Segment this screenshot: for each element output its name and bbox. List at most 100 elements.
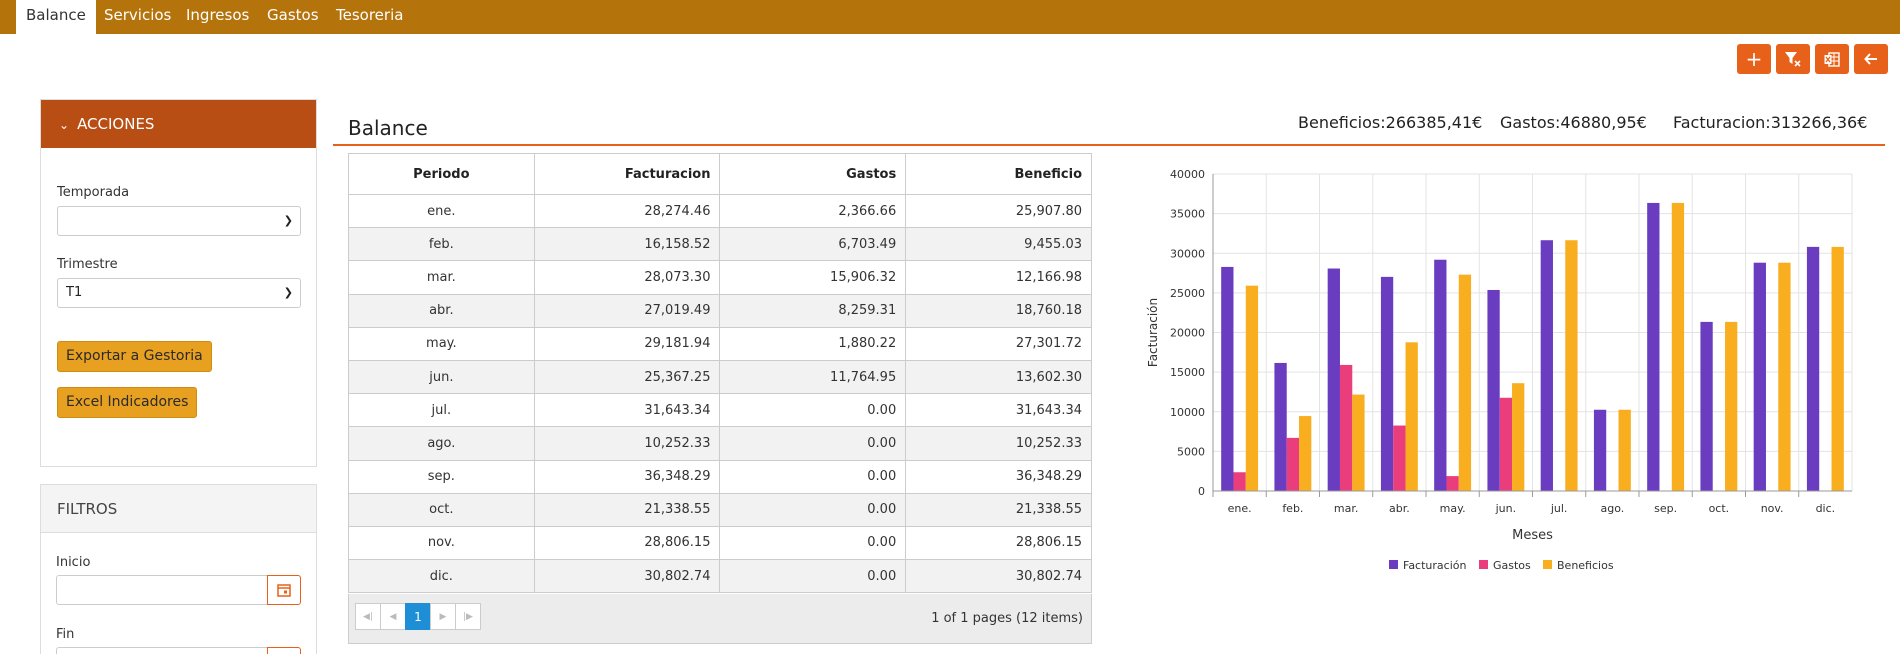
- table-row[interactable]: may. 29,181.94 1,880.22 27,301.72: [348, 326, 1092, 361]
- bar: [1221, 266, 1234, 491]
- bar: [1647, 202, 1660, 491]
- trimestre-label: Trimestre: [57, 257, 118, 272]
- bar: [1700, 321, 1713, 491]
- back-button[interactable]: [1854, 44, 1888, 74]
- acciones-header[interactable]: ⌄ ACCIONES: [41, 100, 316, 148]
- column-header-beneficio[interactable]: Beneficio: [905, 153, 1092, 195]
- trimestre-value: T1: [66, 285, 83, 300]
- cell-beneficio: 31,643.34: [905, 393, 1092, 428]
- table-row[interactable]: dic. 30,802.74 0.00 30,802.74: [348, 559, 1092, 594]
- trimestre-select[interactable]: T1 ❯: [57, 278, 301, 308]
- table-row[interactable]: nov. 28,806.15 0.00 28,806.15: [348, 525, 1092, 561]
- tab-ingresos[interactable]: Ingresos: [176, 0, 259, 34]
- gastos-summary: Gastos:46880,95€: [1500, 113, 1647, 132]
- title-divider: [333, 144, 1885, 146]
- excel-icon: [1824, 51, 1840, 67]
- inicio-date-input[interactable]: [56, 575, 268, 605]
- legend-swatch: [1479, 560, 1488, 569]
- y-tick-label: 40000: [1170, 168, 1205, 181]
- bar: [1778, 262, 1791, 491]
- table-row[interactable]: sep. 36,348.29 0.00 36,348.29: [348, 459, 1092, 494]
- bar: [1753, 262, 1766, 491]
- y-tick-label: 0: [1198, 485, 1205, 498]
- y-tick-label: 15000: [1170, 366, 1205, 379]
- tab-tesoreria[interactable]: Tesoreria: [326, 0, 413, 34]
- chevron-down-icon: ⌄: [59, 118, 70, 132]
- exportar-gestoria-button[interactable]: Exportar a Gestoria: [57, 341, 212, 372]
- cell-periodo: mar.: [348, 260, 535, 295]
- facturacion-summary: Facturacion:313266,36€: [1673, 113, 1868, 132]
- bar: [1831, 246, 1844, 491]
- y-tick-label: 35000: [1170, 208, 1205, 221]
- page-button[interactable]: 1: [405, 603, 431, 630]
- fin-date-input[interactable]: [56, 647, 268, 654]
- cell-periodo: oct.: [348, 492, 535, 527]
- bar: [1327, 268, 1340, 491]
- cell-periodo: ene.: [348, 193, 535, 229]
- inicio-calendar-button[interactable]: [267, 575, 301, 605]
- bar: [1339, 364, 1353, 491]
- x-tick-label: dic.: [1816, 502, 1836, 515]
- x-tick-label: sep.: [1654, 502, 1677, 515]
- cell-facturacion: 29,181.94: [533, 326, 721, 361]
- cell-periodo: jul.: [348, 393, 535, 428]
- bar: [1233, 472, 1246, 491]
- inicio-label: Inicio: [56, 555, 91, 570]
- table-row[interactable]: jun. 25,367.25 11,764.95 13,602.30: [348, 359, 1092, 395]
- column-header-gastos[interactable]: Gastos: [719, 153, 907, 195]
- legend-label: Facturación: [1403, 559, 1466, 572]
- temporada-label: Temporada: [57, 185, 130, 200]
- tab-balance[interactable]: Balance: [16, 0, 96, 34]
- cell-facturacion: 31,643.34: [533, 393, 721, 428]
- table-row[interactable]: abr. 27,019.49 8,259.31 18,760.18: [348, 293, 1092, 328]
- prev-page-button[interactable]: ◀: [380, 603, 406, 630]
- cell-beneficio: 10,252.33: [905, 426, 1092, 461]
- table-row[interactable]: ene. 28,274.46 2,366.66 25,907.80: [348, 193, 1092, 229]
- column-header-facturacion[interactable]: Facturacion: [533, 153, 721, 195]
- bar: [1512, 383, 1525, 491]
- balance-chart: 0 5000 10000 15000 20000 25000 30000 35000 40000…: [1146, 168, 1853, 572]
- tab-servicios[interactable]: Servicios: [94, 0, 181, 34]
- table-row[interactable]: ago. 10,252.33 0.00 10,252.33: [348, 426, 1092, 461]
- bar: [1540, 240, 1553, 491]
- table-row[interactable]: mar. 28,073.30 15,906.32 12,166.98: [348, 260, 1092, 295]
- clear-filter-button[interactable]: [1776, 44, 1810, 74]
- cell-periodo: dic.: [348, 559, 535, 594]
- column-header-periodo[interactable]: Periodo: [348, 153, 535, 195]
- excel-export-button[interactable]: [1815, 44, 1849, 74]
- fin-calendar-button[interactable]: [267, 647, 301, 654]
- beneficios-summary: Beneficios:266385,41€: [1298, 113, 1483, 132]
- table-row[interactable]: jul. 31,643.34 0.00 31,643.34: [348, 393, 1092, 428]
- add-button[interactable]: +: [1737, 44, 1771, 74]
- table-row[interactable]: feb. 16,158.52 6,703.49 9,455.03: [348, 227, 1092, 262]
- next-page-button[interactable]: ▶: [430, 603, 456, 630]
- last-page-button[interactable]: |▶: [455, 603, 481, 630]
- table-row[interactable]: oct. 21,338.55 0.00 21,338.55: [348, 492, 1092, 527]
- acciones-panel: ⌄ ACCIONES Temporada ❯ Trimestre T1 ❯ Exp…: [40, 99, 317, 467]
- cell-periodo: ago.: [348, 426, 535, 461]
- bar: [1405, 342, 1418, 491]
- cell-gastos: 6,703.49: [719, 227, 907, 262]
- y-tick-label: 25000: [1170, 287, 1205, 300]
- tab-gastos[interactable]: Gastos: [257, 0, 329, 34]
- temporada-select[interactable]: ❯: [57, 206, 301, 236]
- x-tick-label: abr.: [1389, 502, 1410, 515]
- bar: [1274, 362, 1287, 491]
- first-page-button[interactable]: ◀|: [355, 603, 381, 630]
- bar: [1393, 425, 1406, 491]
- bar: [1725, 321, 1738, 491]
- fin-label: Fin: [56, 627, 75, 642]
- excel-indicadores-button[interactable]: Excel Indicadores: [57, 387, 198, 418]
- bar: [1565, 240, 1578, 491]
- cell-periodo: may.: [348, 326, 535, 361]
- cell-facturacion: 10,252.33: [533, 426, 721, 461]
- y-tick-label: 30000: [1170, 247, 1205, 260]
- cell-gastos: 2,366.66: [719, 193, 907, 229]
- y-tick-label: 20000: [1170, 327, 1205, 340]
- cell-facturacion: 28,806.15: [533, 525, 721, 561]
- bar: [1434, 259, 1447, 491]
- cell-beneficio: 13,602.30: [905, 359, 1092, 395]
- bar: [1245, 285, 1259, 491]
- cell-facturacion: 25,367.25: [533, 359, 721, 395]
- bar: [1286, 437, 1300, 491]
